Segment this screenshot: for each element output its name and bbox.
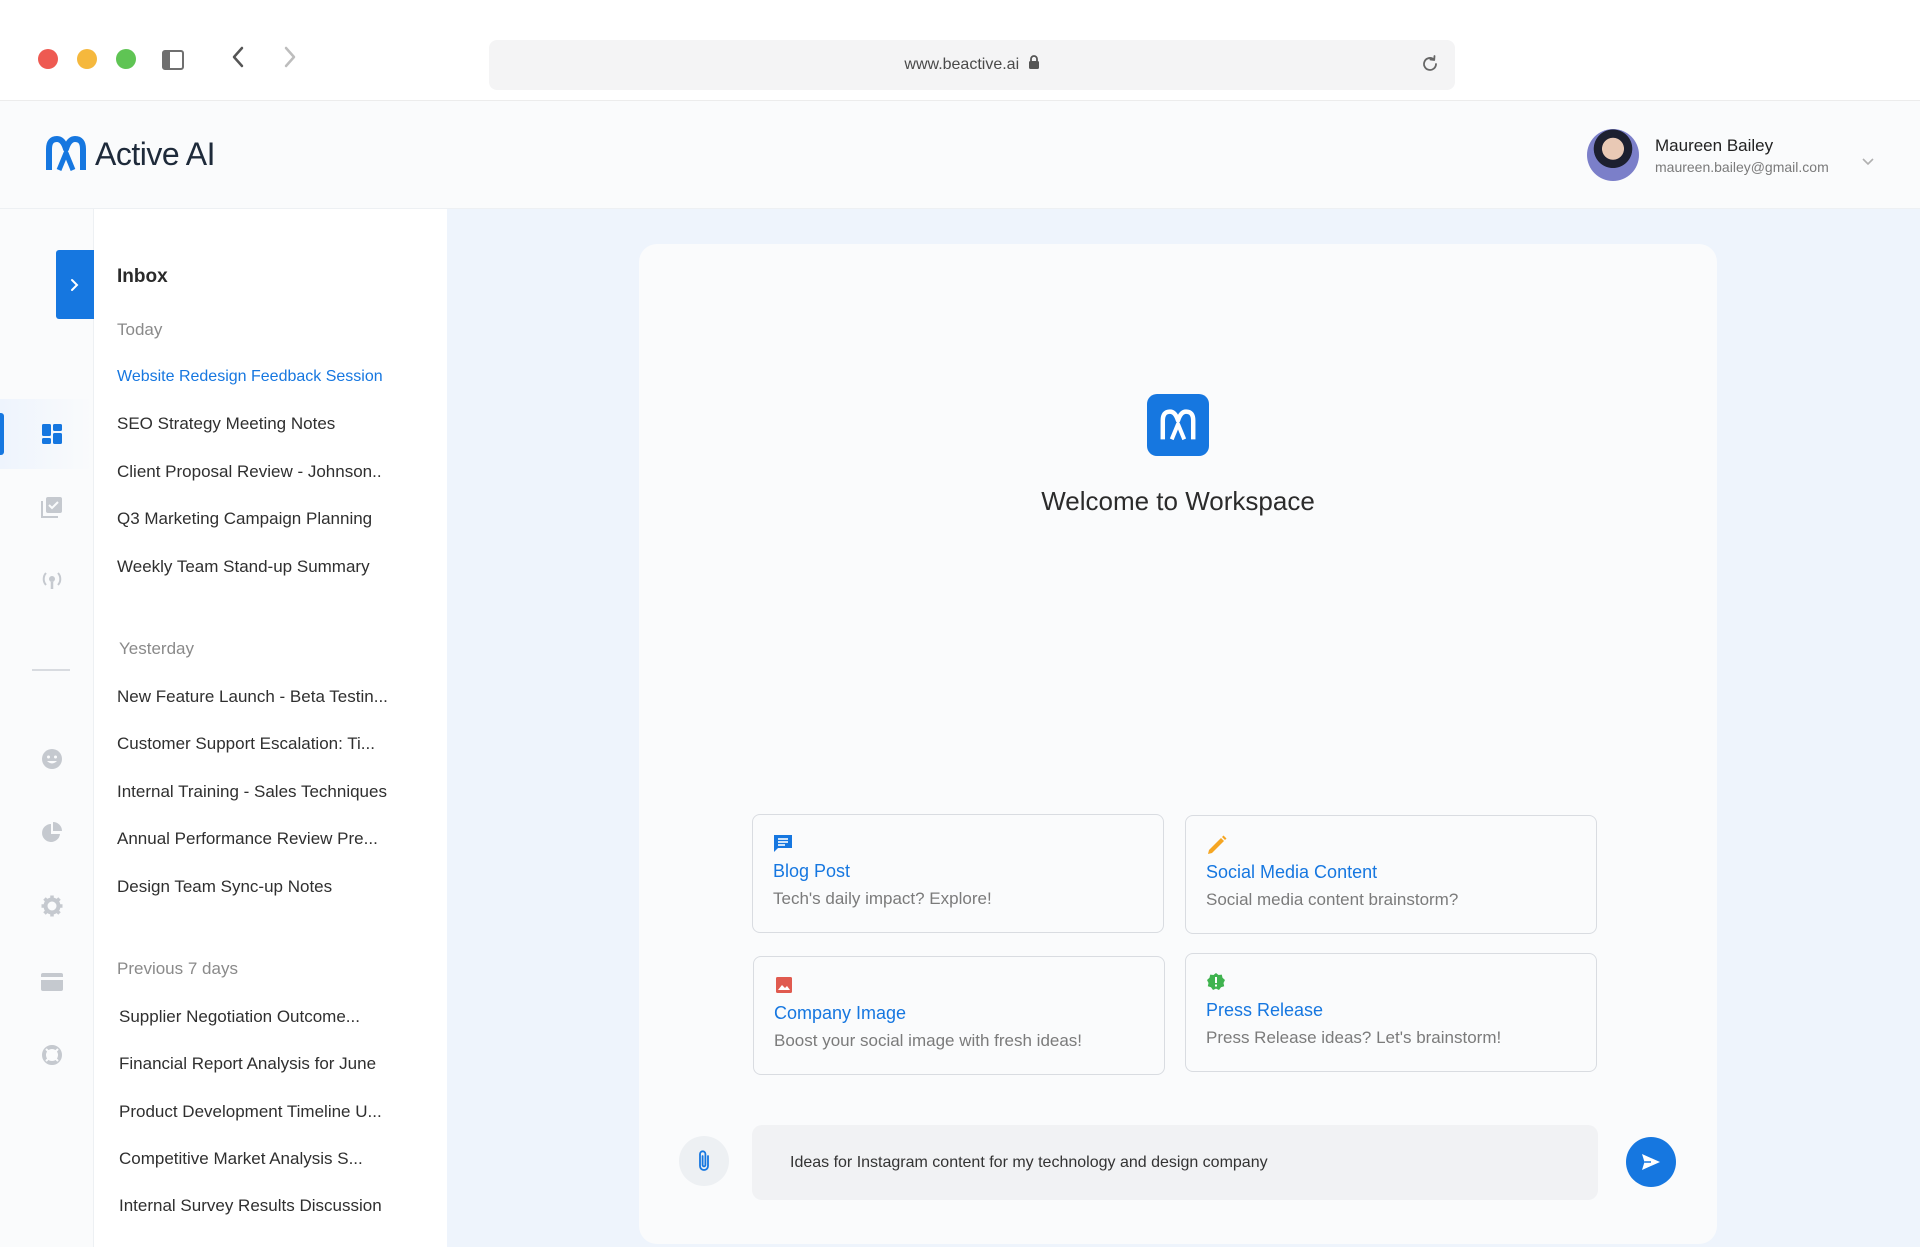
brand-name-suffix: AI [179,135,216,172]
reload-icon[interactable] [1419,53,1441,80]
inbox-item[interactable]: Internal Survey Results Discussion [119,1196,382,1216]
forward-arrow-icon[interactable] [277,44,303,70]
inbox-item[interactable]: Client Proposal Review - Johnson.. [117,462,382,482]
user-email: maureen.bailey@gmail.com [1655,158,1829,175]
inbox-item[interactable]: Annual Performance Review Pre... [117,829,378,849]
active-ai-logo-icon [46,136,86,171]
inbox-item[interactable]: SEO Strategy Meeting Notes [117,414,335,434]
url-text: www.beactive.ai [904,56,1020,73]
attach-button[interactable] [679,1136,729,1186]
back-arrow-icon[interactable] [225,44,251,70]
inbox-item[interactable]: Q3 Marketing Campaign Planning [117,509,372,529]
suggestion-company-image[interactable]: Company Image Boost your social image wi… [753,956,1165,1075]
suggestion-social-media-content[interactable]: Social Media Content Social media conten… [1185,815,1597,934]
suggestion-subtitle: Social media content brainstorm? [1206,890,1459,909]
user-name: Maureen Bailey [1655,135,1774,155]
address-bar[interactable]: www.beactive.ai [489,40,1455,90]
inbox-item[interactable]: Financial Report Analysis for June [119,1054,376,1074]
chevron-right-icon [71,278,79,291]
rail-active-indicator [0,413,4,455]
suggestion-subtitle: Boost your social image with fresh ideas… [774,1031,1083,1050]
suggestion-press-release[interactable]: Press Release Press Release ideas? Let's… [1185,953,1597,1072]
minimize-window-button[interactable] [77,49,97,69]
inbox-item[interactable]: Internal Training - Sales Techniques [117,782,387,802]
group-label-previous-7-days: Previous 7 days [117,959,238,978]
chevron-down-icon[interactable] [1862,153,1874,171]
inbox-panel: Inbox Today Website Redesign Feedback Se… [95,209,447,1247]
settings-icon[interactable] [39,893,65,919]
inbox-item[interactable]: Competitive Market Analysis S... [119,1149,363,1169]
inbox-item[interactable]: Design Team Sync-up Notes [117,877,332,897]
browser-chrome: www.beactive.ai [0,0,1920,101]
workspace-title: Welcome to Workspace [1041,486,1315,516]
brand-name-bold: Active [95,135,180,172]
user-info: Maureen Bailey maureen.bailey@gmail.com [1655,136,1829,175]
inbox-item[interactable]: Customer Support Escalation: Ti... [117,734,375,754]
avatar [1587,129,1639,181]
badge-icon [1206,972,1228,994]
brand-name: Active AI [95,136,215,173]
browser-sidebar-icon[interactable] [162,50,184,70]
message-icon [773,833,795,855]
workspace-logo-icon [1147,394,1209,456]
emoji-icon[interactable] [39,746,65,772]
support-icon[interactable] [39,1042,65,1068]
inbox-title: Inbox [117,266,168,287]
brand-logo[interactable]: Active AI [45,135,215,173]
icon-rail [0,209,94,1247]
suggestion-title: Press Release [1206,1000,1324,1020]
suggestion-subtitle: Press Release ideas? Let's brainstorm! [1206,1028,1502,1047]
inbox-item[interactable]: New Feature Launch - Beta Testin... [117,687,388,707]
user-menu[interactable]: Maureen Bailey maureen.bailey@gmail.com [1587,129,1829,181]
group-label-yesterday: Yesterday [119,639,194,658]
close-window-button[interactable] [38,49,58,69]
inbox-item[interactable]: Product Development Timeline U... [119,1102,382,1122]
url-display: www.beactive.ai [489,55,1455,75]
card-icon[interactable] [39,969,65,995]
broadcast-icon[interactable] [39,567,65,593]
pie-chart-icon[interactable] [39,820,65,846]
paperclip-icon [699,1150,709,1171]
suggestion-title: Social Media Content [1206,862,1378,882]
send-icon [1642,1154,1660,1170]
expand-sidebar-button[interactable] [56,250,94,319]
lock-icon [1028,55,1040,75]
suggestion-title: Company Image [774,1003,907,1023]
rail-divider [32,669,70,671]
inbox-item[interactable]: Weekly Team Stand-up Summary [117,557,370,577]
group-label-today: Today [117,320,163,339]
maximize-window-button[interactable] [116,49,136,69]
inbox-item[interactable]: Website Redesign Feedback Session [117,368,383,386]
dashboard-icon[interactable] [39,421,65,447]
inbox-item[interactable]: Supplier Negotiation Outcome... [119,1007,360,1027]
suggestion-blog-post[interactable]: Blog Post Tech's daily impact? Explore! [752,814,1164,933]
prompt-input[interactable] [752,1125,1598,1200]
app-header: Active AI Maureen Bailey maureen.bailey@… [0,101,1920,209]
workspace-card: Welcome to Workspace Blog Post Tech's da… [639,244,1717,1244]
main-area: Welcome to Workspace Blog Post Tech's da… [447,209,1920,1247]
suggestion-title: Blog Post [773,861,851,881]
suggestion-subtitle: Tech's daily impact? Explore! [773,889,992,908]
send-button[interactable] [1626,1137,1676,1187]
image-icon [774,975,796,997]
pencil-icon [1206,834,1228,856]
tasks-icon[interactable] [39,494,65,520]
